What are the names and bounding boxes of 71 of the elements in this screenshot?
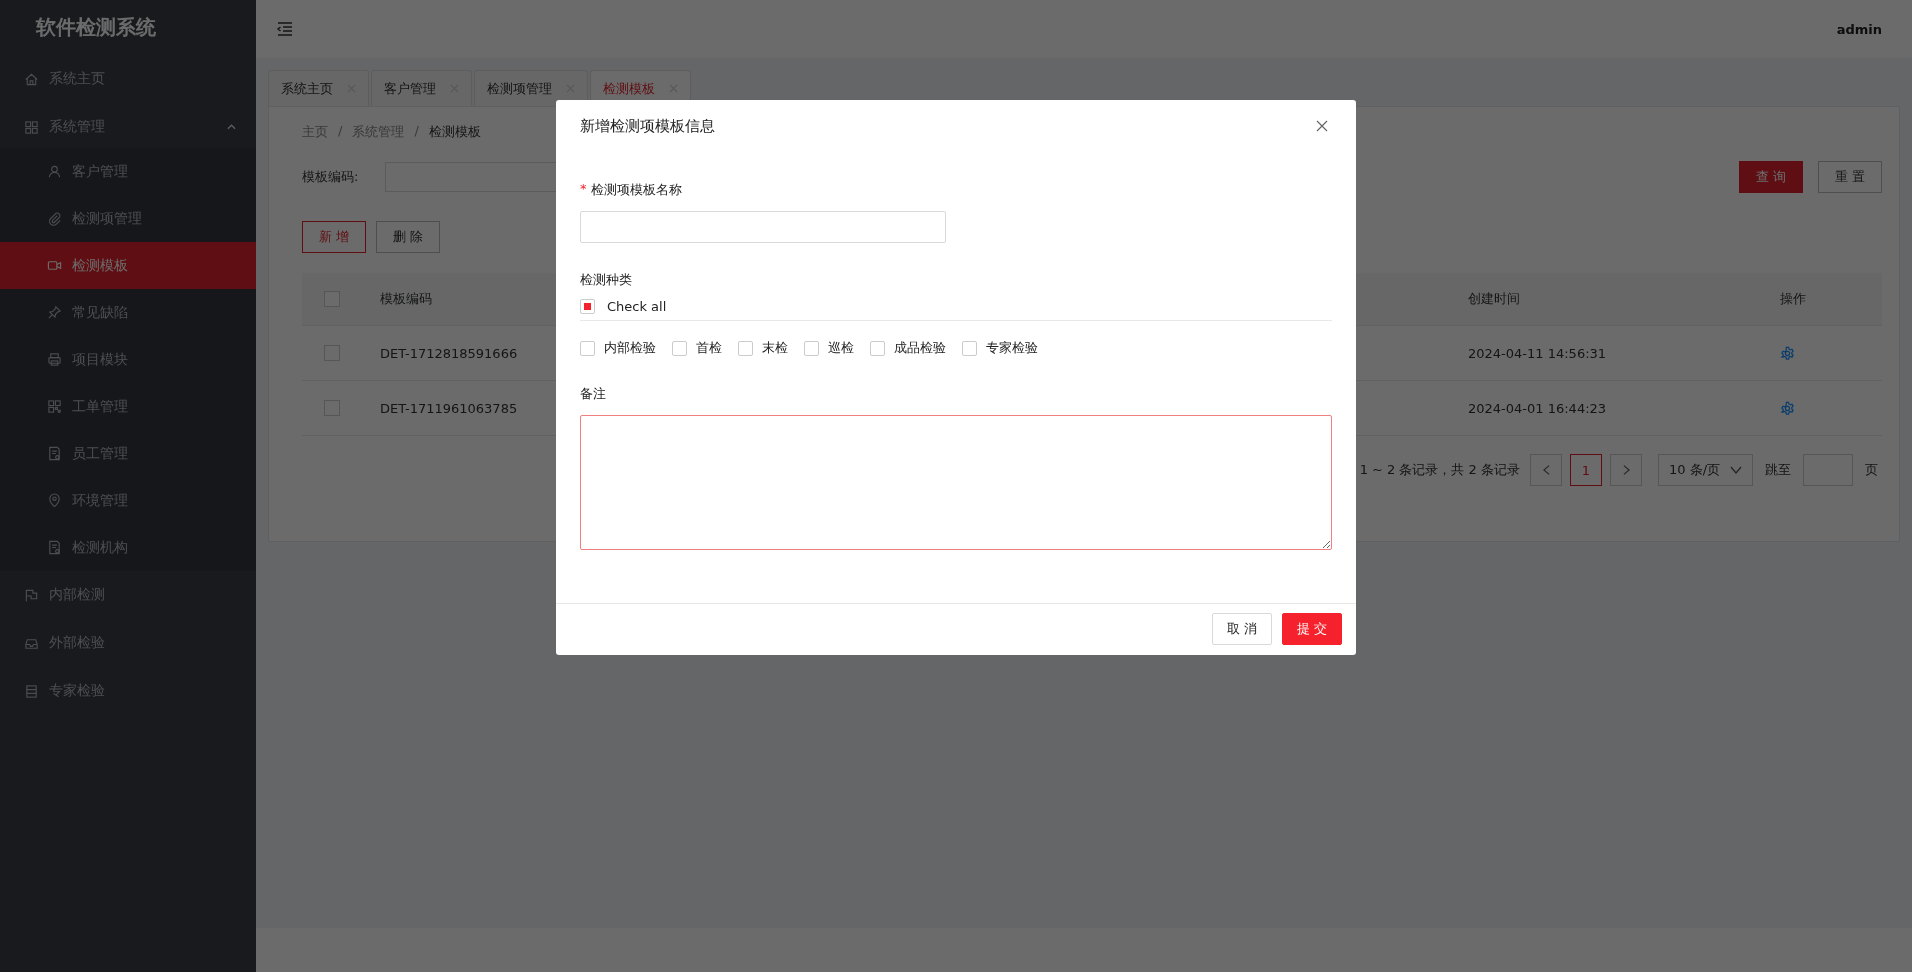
page-tab[interactable]: 系统主页 <box>268 70 369 106</box>
page-size-select[interactable]: 10 条/页 <box>1658 454 1753 486</box>
checkbox-label[interactable]: 成品检验 <box>894 339 946 357</box>
chevron-down-icon <box>1730 466 1742 474</box>
table-cell: 2024-04-11 14:56:31 <box>1468 345 1607 361</box>
jump-label: 跳至 <box>1765 461 1791 479</box>
table-cell: 2024-04-01 16:44:23 <box>1468 400 1607 416</box>
column-header: 创建时间 <box>1468 291 1520 306</box>
checkbox-label[interactable]: 巡检 <box>828 339 854 357</box>
breadcrumb-item: 检测模板 <box>428 123 481 141</box>
user-icon <box>47 164 62 179</box>
name-field[interactable] <box>580 211 946 243</box>
checkbox[interactable] <box>580 299 595 314</box>
document-icon <box>47 540 62 555</box>
column-header: 操作 <box>1780 290 1806 308</box>
server-icon <box>24 683 39 699</box>
chevron-left-icon <box>1542 464 1550 476</box>
dialog-button[interactable]: 提 交 <box>1281 613 1342 645</box>
flag-icon <box>24 587 39 603</box>
settings-icon[interactable] <box>1780 345 1795 361</box>
pagination-summary: 1 ~ 2 条记录，共 2 条记录 <box>1359 461 1520 479</box>
home-icon <box>24 71 39 87</box>
printer-icon <box>47 352 62 367</box>
field-label: 备注 <box>580 385 606 403</box>
grid-icon <box>24 119 39 135</box>
table-cell: DET-1711961063785 <box>380 400 518 416</box>
checkbox-label[interactable]: 首检 <box>696 339 722 357</box>
action-button[interactable]: 删 除 <box>376 221 441 253</box>
paperclip-icon <box>47 211 62 226</box>
user-name[interactable]: admin <box>1836 21 1882 37</box>
checkbox-label[interactable]: 内部检验 <box>604 339 656 357</box>
remark-field[interactable] <box>580 415 1332 550</box>
action-button[interactable]: 新 增 <box>302 221 367 253</box>
page-tab[interactable]: 客户管理 <box>371 70 472 106</box>
checkbox-label[interactable]: 专家检验 <box>986 339 1038 357</box>
checkbox[interactable] <box>672 340 687 356</box>
checkbox[interactable] <box>580 340 595 356</box>
document-icon <box>47 446 62 461</box>
page-suffix: 页 <box>1865 461 1878 479</box>
checkbox[interactable] <box>870 340 885 356</box>
dialog-button[interactable]: 取 消 <box>1211 613 1272 645</box>
menu-icon[interactable] <box>276 21 294 37</box>
field-label: 检测项模板名称 <box>590 181 682 199</box>
checkbox-label[interactable]: Check all <box>607 299 667 314</box>
checkbox-label[interactable]: 末检 <box>762 339 788 357</box>
video-camera-icon <box>47 258 62 273</box>
settings-icon[interactable] <box>1780 400 1795 416</box>
breadcrumb-separator: / <box>338 123 343 140</box>
search-button[interactable]: 重 置 <box>1817 161 1882 193</box>
field-label: 模板编码: <box>302 168 360 186</box>
checkbox[interactable] <box>962 340 977 356</box>
breadcrumb-separator: / <box>414 123 419 140</box>
checkbox[interactable] <box>738 340 753 356</box>
pin-icon <box>47 305 62 320</box>
location-icon <box>47 493 62 508</box>
sidebar-item[interactable]: 检测模板 <box>0 242 256 289</box>
checkbox[interactable] <box>804 340 819 356</box>
chevron-right-icon <box>1622 464 1630 476</box>
column-header: 模板编码 <box>380 291 432 306</box>
qr-code-icon <box>47 399 62 414</box>
next-page-button[interactable] <box>1610 454 1642 486</box>
dialog-title: 新增检测项模板信息 <box>580 116 715 136</box>
search-button[interactable]: 查 询 <box>1738 161 1803 193</box>
close-icon[interactable] <box>1316 120 1328 132</box>
app-title: 软件检测系统 <box>34 15 157 40</box>
table-cell: DET-1712818591666 <box>380 345 518 361</box>
previous-page-button[interactable] <box>1530 454 1562 486</box>
field-label: 检测种类 <box>580 271 632 289</box>
page-button[interactable]: 1 <box>1570 454 1602 486</box>
required-mark: * <box>580 181 587 198</box>
page-tab[interactable]: 检测项管理 <box>474 70 588 106</box>
